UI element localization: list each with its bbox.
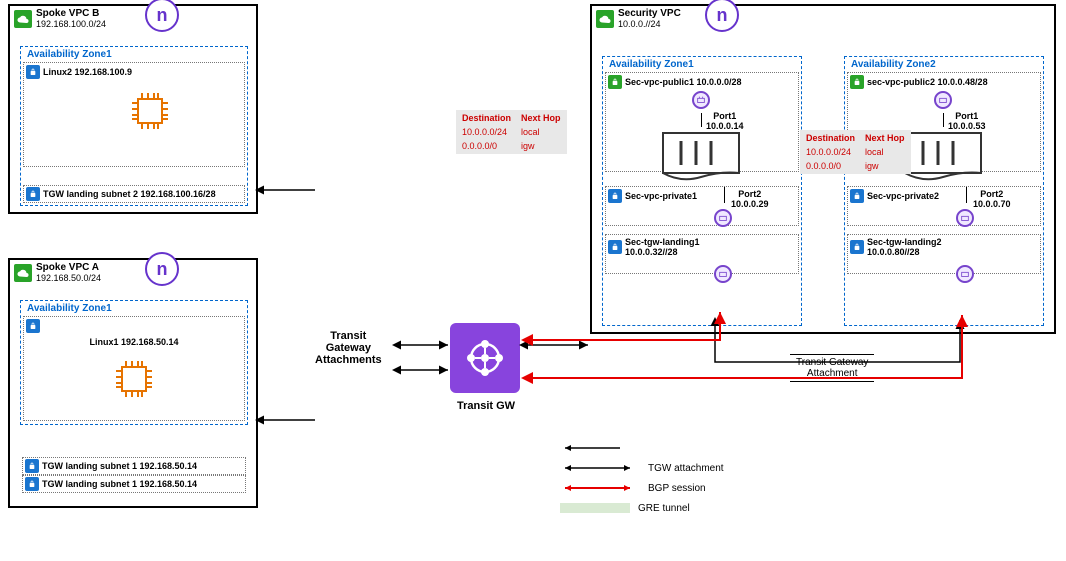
sec-landing1-cidr: 10.0.0.32//28 [625,247,700,257]
tgw-subnet-label: TGW landing subnet 2 192.168.100.16/28 [43,189,216,199]
security-header: Security VPC 10.0.0.//24 [592,6,1054,31]
sec-private1-label: Sec-vpc-private1 [625,191,697,201]
port2-label: Port210.0.0.70 [973,189,1011,209]
vpc-icon [14,264,32,282]
tga-label: Transit Gateway Attachments [315,330,382,366]
spoke-vpc-a: Spoke VPC A 192.168.50.0/24 Availability… [8,258,258,508]
security-az2: Availability Zone2 sec-vpc-public2 10.0.… [844,56,1044,326]
sec-landing2-label: Sec-tgw-landing2 [867,237,942,247]
sec-private1: Sec-vpc-private1 Port210.0.0.29 [605,186,799,226]
az-label: Availability Zone1 [605,59,799,70]
vpc-icon [596,10,614,28]
sec-landing2-cidr: 10.0.0.80//28 [867,247,942,257]
rt-next-header: Next Hop [517,112,565,124]
legend-label: TGW attachment [648,463,724,474]
nic-icon [692,91,710,109]
legend-row-bgp: BGP session [560,480,724,496]
lock-icon [608,240,622,254]
sec-landing1-label: Sec-tgw-landing1 [625,237,700,247]
sec-private2-label: Sec-vpc-private2 [867,191,939,201]
route-table-2: DestinationNext Hop 10.0.0.0/24local 0.0… [800,130,911,174]
port1-label: Port110.0.0.14 [706,111,744,131]
sec-public1: Sec-vpc-public1 10.0.0.0/28 Port110.0.0.… [605,72,799,172]
transit-gateway-icon [450,323,520,393]
legend-label: GRE tunnel [638,503,690,514]
lock-icon [850,189,864,203]
spoke-b-header: Spoke VPC B 192.168.100.0/24 [10,6,256,31]
tgw-subnet-label: TGW landing subnet 1 192.168.50.14 [42,461,197,471]
spoke-a-tgw-subnet2: TGW landing subnet 1 192.168.50.14 [22,475,246,493]
spoke-a-title: Spoke VPC A [36,262,101,273]
security-az1: Availability Zone1 Sec-vpc-public1 10.0.… [602,56,802,326]
az-label: Availability Zone1 [23,49,245,60]
lock-icon [850,75,864,89]
spoke-b-az1: Availability Zone1 Linux2 192.168.100.9 … [20,46,248,206]
nic-icon [934,91,952,109]
legend-label: BGP session [648,483,706,494]
firewall-icon [661,131,741,187]
nic-icon [714,265,732,283]
security-title: Security VPC [618,8,681,19]
lock-icon [26,187,40,201]
sec-landing1: Sec-tgw-landing1 10.0.0.32//28 [605,234,799,274]
cpu-icon [126,87,174,135]
legend-row-gre: GRE tunnel [560,500,724,516]
tgw-label: Transit GW [457,400,515,412]
rt-dest-header: Destination [458,112,515,124]
spoke-b-linux-subnet: Linux2 192.168.100.9 [23,62,245,167]
legend-row-tgw: TGW attachment [560,460,724,476]
spoke-a-header: Spoke VPC A 192.168.50.0/24 [10,260,256,285]
rt-row: 0.0.0.0/0 [802,160,859,172]
lock-icon [850,240,864,254]
rt-row: 10.0.0.0/24 [458,126,515,138]
nic-icon [956,265,974,283]
linux-label: Linux1 192.168.50.14 [26,337,242,347]
lock-icon [26,319,40,333]
route-table-1: DestinationNext Hop 10.0.0.0/24local 0.0… [456,110,567,154]
rt-row: 0.0.0.0/0 [458,140,515,152]
port2-label: Port210.0.0.29 [731,189,769,209]
sec-public1-label: Sec-vpc-public1 10.0.0.0/28 [625,77,742,87]
vpc-icon [14,10,32,28]
rt-row: 10.0.0.0/24 [802,146,859,158]
port1-label: Port110.0.0.53 [948,111,986,131]
tga2-label: Transit Gateway Attachment [790,354,874,382]
spoke-b-title: Spoke VPC B [36,8,106,19]
az-label: Availability Zone2 [847,59,1041,70]
rt-dest-header: Destination [802,132,859,144]
sec-public2-label: sec-vpc-public2 10.0.0.48/28 [867,77,988,87]
linux-label: Linux2 192.168.100.9 [43,67,132,77]
spoke-b-cidr: 192.168.100.0/24 [36,19,106,29]
firewall-icon [903,131,983,187]
spoke-vpc-b: Spoke VPC B 192.168.100.0/24 Availabilit… [8,4,258,214]
spoke-b-tgw-subnet: TGW landing subnet 2 192.168.100.16/28 [23,185,245,203]
n-badge-icon: n [145,252,179,286]
sec-landing2: Sec-tgw-landing2 10.0.0.80//28 [847,234,1041,274]
security-cidr: 10.0.0.//24 [618,19,681,29]
nic-icon [714,209,732,227]
nic-icon [956,209,974,227]
lock-icon [26,65,40,79]
legend-row [560,440,724,456]
spoke-a-tgw-subnet1: TGW landing subnet 1 192.168.50.14 [22,457,246,475]
cpu-icon [110,355,158,403]
spoke-a-linux-subnet: Linux1 192.168.50.14 [23,316,245,421]
rt-next-header: Next Hop [861,132,909,144]
lock-icon [25,459,39,473]
spoke-a-cidr: 192.168.50.0/24 [36,273,101,283]
lock-icon [608,75,622,89]
sec-private2: Sec-vpc-private2 Port210.0.0.70 [847,186,1041,226]
lock-icon [25,477,39,491]
lock-icon [608,189,622,203]
az-label: Availability Zone1 [23,303,245,314]
legend: TGW attachment BGP session GRE tunnel [560,440,724,520]
spoke-a-az1: Availability Zone1 Linux1 192.168.50.14 [20,300,248,425]
tgw-subnet-label: TGW landing subnet 1 192.168.50.14 [42,479,197,489]
